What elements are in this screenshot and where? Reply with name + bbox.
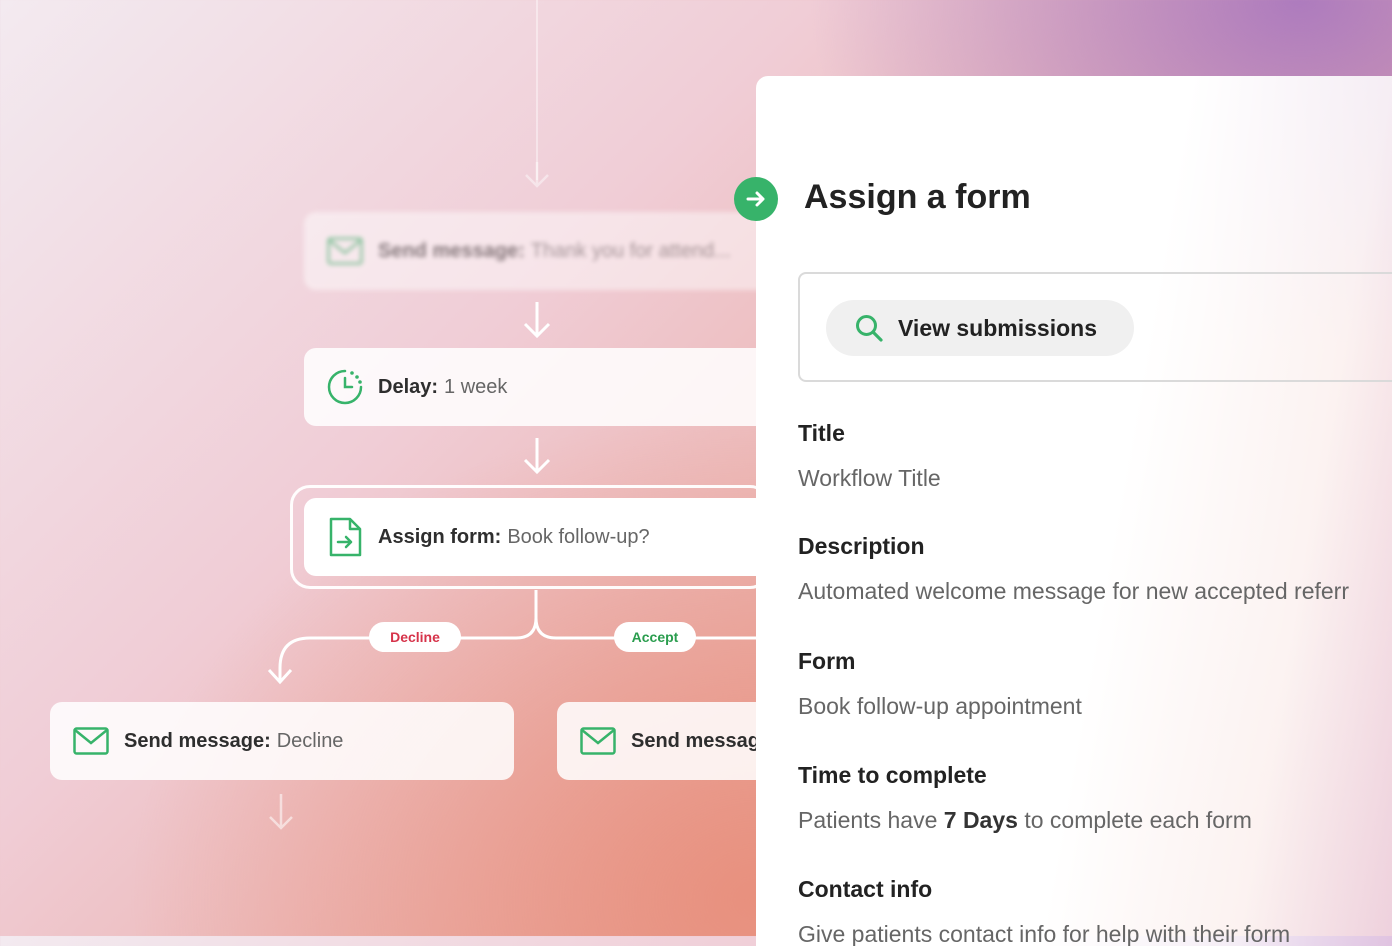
branch-accept-label[interactable]: Accept xyxy=(614,622,696,652)
field-description: Description Automated welcome message fo… xyxy=(798,533,1349,605)
node-value: Book follow-up? xyxy=(507,525,650,548)
field-title: Title Workflow Title xyxy=(798,420,941,492)
field-label: Description xyxy=(798,533,925,559)
field-label: Contact info xyxy=(798,876,933,902)
field-time-to-complete: Time to complete Patients have 7 Days to… xyxy=(798,762,1252,834)
node-value: Thank you for attend... xyxy=(530,239,731,262)
node-label: Send message: xyxy=(124,729,271,752)
value-bold: 7 Days xyxy=(943,807,1018,833)
node-label: Assign form: xyxy=(378,525,502,548)
node-send-message-accept[interactable]: Send messag xyxy=(557,702,777,780)
field-form: Form Book follow-up appointment xyxy=(798,648,1082,720)
node-delay[interactable]: Delay: 1 week xyxy=(304,348,774,426)
assign-form-panel: Assign a form View submissions Title Wor… xyxy=(756,76,1392,946)
field-label: Time to complete xyxy=(798,762,987,788)
node-send-message-decline[interactable]: Send message: Decline xyxy=(50,702,514,780)
branch-decline-label[interactable]: Decline xyxy=(369,622,461,652)
connector-line xyxy=(536,0,538,180)
field-label: Title xyxy=(798,420,845,446)
envelope-icon xyxy=(72,722,110,760)
node-label: Delay: xyxy=(378,375,439,398)
view-submissions-button[interactable]: View submissions xyxy=(826,300,1134,356)
envelope-icon xyxy=(326,232,364,270)
form-assign-icon xyxy=(326,517,364,557)
value-suffix: to complete each form xyxy=(1017,807,1252,833)
panel-title: Assign a form xyxy=(804,178,1031,216)
node-send-message-thanks[interactable]: Send message: Thank you for attend... xyxy=(304,212,774,290)
node-label: Send messag xyxy=(631,729,760,752)
node-label: Send message: xyxy=(378,239,525,262)
search-icon xyxy=(856,315,883,342)
panel-arrow-badge xyxy=(734,177,778,221)
node-assign-form[interactable]: Assign form: Book follow-up? xyxy=(304,498,774,576)
field-value[interactable]: Workflow Title xyxy=(798,465,941,492)
arrow-down-icon xyxy=(523,438,551,475)
field-label: Form xyxy=(798,648,856,674)
node-value: Decline xyxy=(276,729,344,752)
field-value[interactable]: Book follow-up appointment xyxy=(798,693,1082,720)
arrow-down-icon xyxy=(269,794,293,830)
submissions-box: View submissions xyxy=(798,272,1392,382)
node-value: 1 week xyxy=(444,375,508,398)
value-prefix: Patients have xyxy=(798,807,944,833)
field-value[interactable]: Give patients contact info for help with… xyxy=(798,921,1290,946)
view-submissions-label: View submissions xyxy=(898,314,1097,341)
branch-connector xyxy=(267,590,760,685)
arrow-down-icon xyxy=(525,162,549,188)
envelope-icon xyxy=(579,722,617,760)
arrow-down-icon xyxy=(523,302,551,339)
field-value[interactable]: Automated welcome message for new accept… xyxy=(798,578,1349,605)
field-value[interactable]: Patients have 7 Days to complete each fo… xyxy=(798,807,1252,834)
arrow-right-icon xyxy=(746,191,765,207)
clock-icon xyxy=(326,368,364,406)
